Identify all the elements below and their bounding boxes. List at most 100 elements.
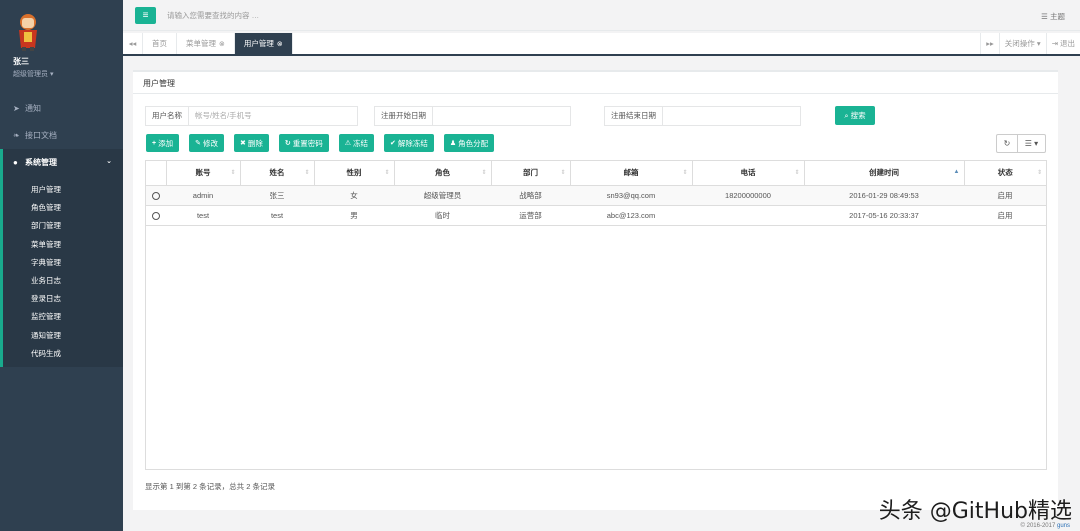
column-header[interactable]: 性别 ⇕ — [314, 161, 395, 186]
leaf-icon: ❧ — [13, 130, 20, 140]
unfreeze-button[interactable]: ✔ 解除冻结 — [384, 134, 434, 152]
chevron-down-icon: ⌄ — [106, 158, 112, 165]
sort-icon[interactable]: ⇕ — [794, 169, 799, 176]
user-icon: ● — [13, 157, 18, 167]
sidebar-subitem-users[interactable]: 用户管理 — [3, 181, 123, 199]
sort-icon[interactable]: ⇕ — [682, 169, 687, 176]
button-label: 修改 — [202, 138, 218, 148]
watermark: 头条 @GitHub精选 — [878, 499, 1072, 524]
columns-toggle-button[interactable]: ☰ ▾ — [1018, 134, 1046, 153]
sidebar-item-label: 系统管理 — [25, 157, 57, 167]
sort-icon[interactable]: ⇕ — [304, 169, 309, 176]
row-select[interactable] — [146, 185, 166, 206]
table-cell: 启用 — [964, 185, 1046, 206]
tabs-scroll-left-button[interactable]: ◂◂ — [123, 33, 143, 54]
table-cell: 18200000000 — [692, 185, 804, 206]
sort-icon[interactable]: ⇕ — [384, 169, 389, 176]
assign-role-button[interactable]: ♟ 角色分配 — [443, 134, 495, 152]
sidebar-item-api-docs[interactable]: ❧ 接口文档 — [0, 122, 123, 148]
sidebar-submenu: 用户管理 角色管理 部门管理 菜单管理 字典管理 业务日志 登录日志 监控管理 … — [0, 175, 123, 367]
table-cell: sn93@qq.com — [570, 185, 692, 206]
sidebar-item-system[interactable]: ● 系统管理 ⌄ — [0, 149, 123, 175]
column-header[interactable]: 邮箱 ⇕ — [570, 161, 693, 186]
user-profile: 张三 超级管理员 ▾ — [0, 0, 123, 90]
column-header[interactable]: 创建时间 ▲ — [804, 161, 965, 186]
user-role-dropdown[interactable]: 超级管理员 ▾ — [13, 69, 123, 79]
sort-icon[interactable]: ⇕ — [481, 169, 486, 176]
start-date-input[interactable] — [433, 107, 439, 125]
column-label: 性别 — [346, 168, 362, 178]
theme-button[interactable]: ☰ 主题 — [1041, 11, 1065, 22]
tab-home[interactable]: 首页 — [143, 33, 177, 54]
tab-menu-mgmt[interactable]: 菜单管理 ⊗ — [177, 33, 235, 54]
username-search-group: 用户名称 帐号/姓名/手机号 — [145, 106, 358, 126]
table-cell: 启用 — [964, 205, 1046, 226]
menu-toggle-button[interactable]: ≡ — [135, 6, 156, 24]
add-button[interactable]: + 添加 — [146, 134, 180, 152]
username-label: 用户名称 — [146, 107, 189, 125]
row-radio[interactable] — [152, 191, 160, 200]
plus-icon: + — [152, 139, 157, 147]
sort-icon[interactable]: ⇕ — [560, 169, 565, 176]
user-table: 账号 ⇕ 姓名 ⇕ 性别 ⇕ 角色 ⇕ 部门 ⇕ 邮箱 ⇕ 电话 ⇕ 创建时间 ▲ 状态 ⇕ a — [145, 160, 1047, 470]
tabs-scroll-right-button[interactable]: ▸▸ — [980, 33, 999, 54]
select-column-header — [146, 161, 167, 186]
global-search-input[interactable]: 请输入您需要查找的内容 … — [167, 10, 259, 21]
tabs-bar: ◂◂ 首页 菜单管理 ⊗ 用户管理 ⊗ ▸▸ 关闭操作 ▾ ⇥ 退出 — [123, 33, 1080, 56]
sidebar-subitem-biz-log[interactable]: 业务日志 — [3, 272, 123, 290]
sidebar-subitem-depts[interactable]: 部门管理 — [3, 217, 123, 235]
freeze-button[interactable]: ⚠ 冻结 — [338, 134, 374, 152]
sidebar-subitem-roles[interactable]: 角色管理 — [3, 199, 123, 217]
sidebar-subitem-monitor[interactable]: 监控管理 — [3, 308, 123, 326]
tab-user-mgmt[interactable]: 用户管理 ⊗ — [234, 33, 293, 54]
close-icon[interactable]: ⊗ — [277, 40, 283, 48]
table-cell — [692, 205, 804, 226]
sidebar-subitem-menus[interactable]: 菜单管理 — [3, 236, 123, 254]
column-label: 部门 — [523, 168, 538, 178]
refresh-table-button[interactable]: ↻ — [996, 134, 1018, 153]
row-radio[interactable] — [152, 211, 160, 220]
sidebar-subitem-login-log[interactable]: 登录日志 — [3, 290, 123, 308]
delete-button[interactable]: ✖ 删除 — [233, 134, 269, 152]
refresh-icon: ↻ — [284, 140, 291, 147]
table-row[interactable]: test test 男 临时 运营部 abc@123.com 2017-05-1… — [146, 205, 1046, 226]
sidebar-subitem-codegen[interactable]: 代码生成 — [3, 345, 123, 363]
end-date-input[interactable] — [663, 107, 669, 125]
column-header[interactable]: 电话 ⇕ — [692, 161, 805, 186]
sidebar: 张三 超级管理员 ▾ ➤ 通知 ❧ 接口文档 ● 系统管理 ⌄ 用户管理 角色管… — [0, 0, 123, 531]
sidebar-subitem-notice[interactable]: 通知管理 — [3, 327, 123, 345]
reset-password-button[interactable]: ↻ 重置密码 — [278, 134, 329, 152]
row-select[interactable] — [146, 205, 166, 226]
avatar[interactable] — [13, 12, 43, 51]
sidebar-subitem-dict[interactable]: 字典管理 — [3, 254, 123, 272]
double-right-arrow-icon: ▸▸ — [986, 39, 994, 48]
button-label: 删除 — [247, 138, 263, 148]
brand-link[interactable]: guns — [1057, 523, 1070, 529]
check-circle-icon: ✔ — [390, 140, 396, 147]
button-label: 角色分配 — [458, 138, 489, 148]
button-label: 冻结 — [353, 138, 368, 148]
table-cell: 战略部 — [491, 185, 570, 206]
close-operations-dropdown[interactable]: 关闭操作 ▾ — [998, 33, 1046, 54]
panel-title: 用户管理 — [133, 72, 1058, 94]
column-header[interactable]: 状态 ⇕ — [964, 161, 1046, 186]
search-button[interactable]: ⌕ 搜索 — [835, 106, 875, 125]
table-cell: test — [166, 205, 240, 226]
table-row[interactable]: admin 张三 女 超级管理员 战略部 sn93@qq.com 1820000… — [146, 185, 1046, 206]
sort-asc-icon[interactable]: ▲ — [954, 169, 960, 175]
column-header[interactable]: 账号 ⇕ — [166, 161, 241, 186]
sort-icon[interactable]: ⇕ — [230, 169, 235, 176]
column-header[interactable]: 部门 ⇕ — [491, 161, 571, 186]
close-icon[interactable]: ⊗ — [219, 40, 225, 48]
edit-button[interactable]: ✎ 修改 — [189, 134, 224, 152]
column-header[interactable]: 角色 ⇕ — [394, 161, 492, 186]
column-header[interactable]: 姓名 ⇕ — [240, 161, 315, 186]
sort-icon[interactable]: ⇕ — [1037, 169, 1042, 176]
logout-button[interactable]: ⇥ 退出 — [1045, 33, 1080, 54]
table-cell: 女 — [314, 185, 394, 206]
username-input[interactable]: 帐号/姓名/手机号 — [189, 107, 252, 125]
sidebar-item-notice[interactable]: ➤ 通知 — [0, 95, 123, 121]
table-cell: 2016-01-29 08:49:53 — [804, 185, 964, 206]
end-date-label: 注册结束日期 — [605, 107, 663, 125]
pagination-info: 显示第 1 到第 2 条记录，总共 2 条记录 — [145, 482, 276, 491]
